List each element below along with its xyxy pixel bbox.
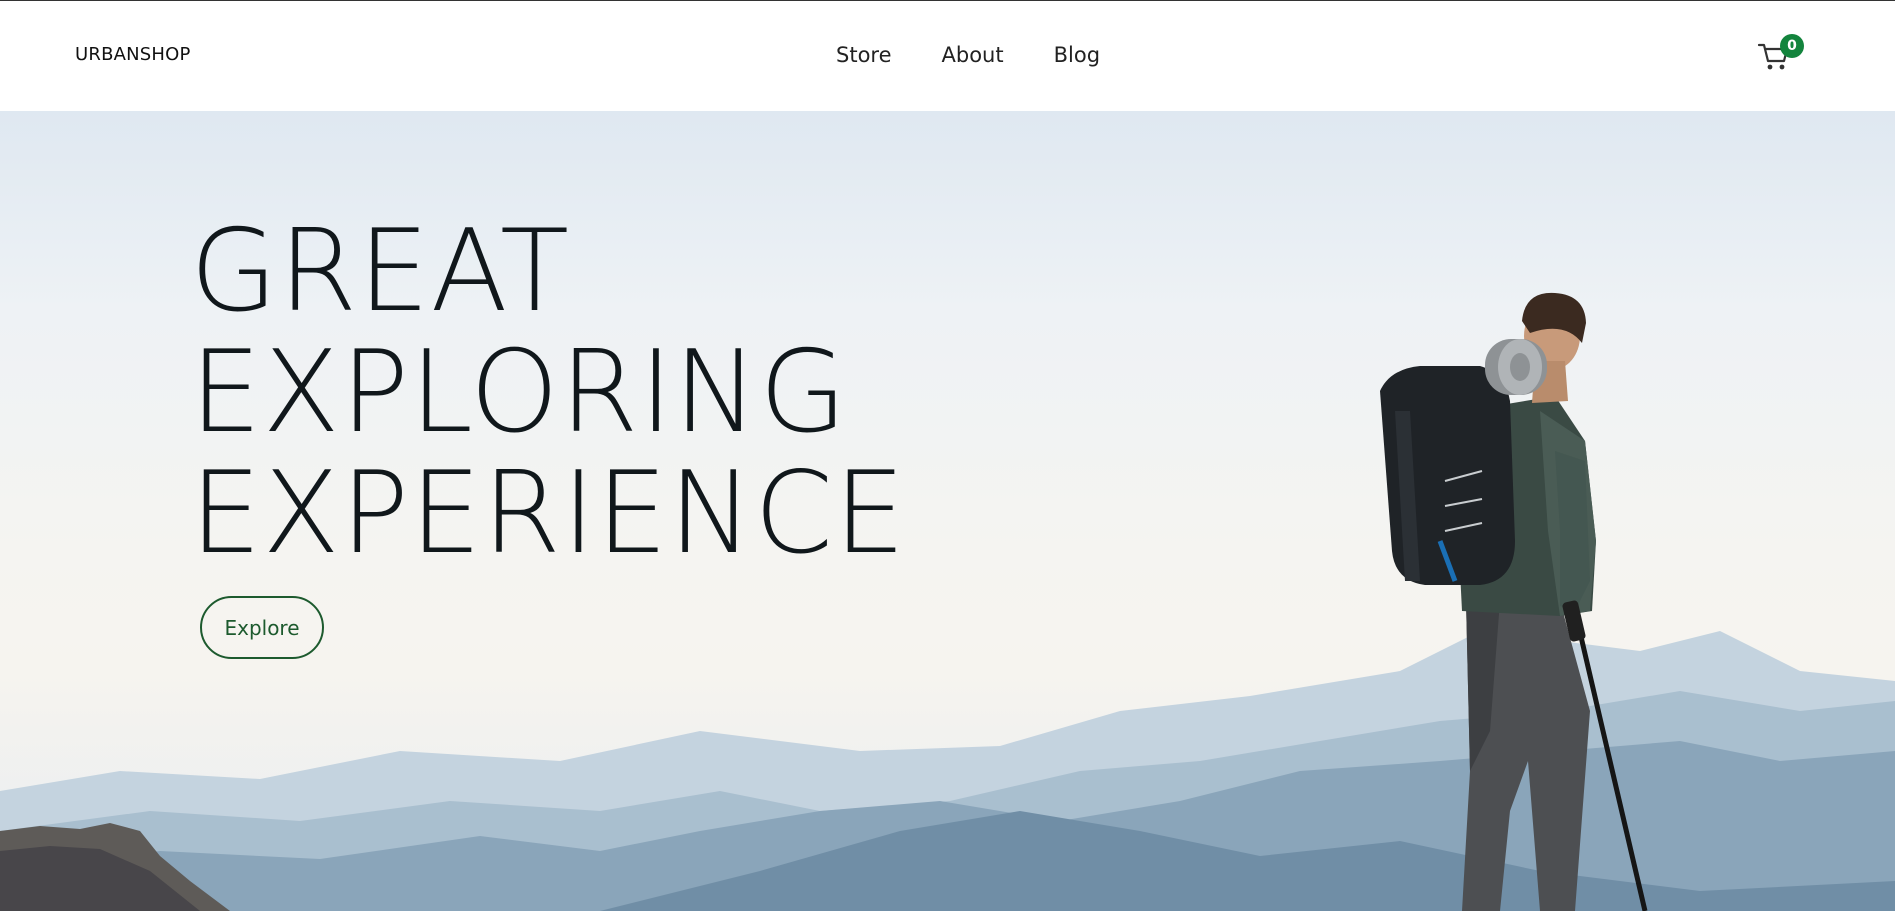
main-nav: Store About Blog bbox=[836, 43, 1100, 67]
page: URBANSHOP Store About Blog 0 GREAT EXPLO… bbox=[0, 0, 1895, 911]
explore-button[interactable]: Explore bbox=[200, 596, 324, 659]
nav-about-link[interactable]: About bbox=[942, 43, 1004, 67]
hero-headline: GREAT EXPLORING EXPERIENCE bbox=[190, 211, 906, 574]
nav-blog-link[interactable]: Blog bbox=[1054, 43, 1100, 67]
hero-section: GREAT EXPLORING EXPERIENCE Explore bbox=[0, 111, 1895, 911]
cart-button[interactable]: 0 bbox=[1756, 34, 1804, 77]
site-logo[interactable]: URBANSHOP bbox=[75, 44, 191, 65]
nav-store-link[interactable]: Store bbox=[836, 43, 892, 67]
headline-line-3: EXPERIENCE bbox=[190, 447, 907, 579]
headline-line-1: GREAT bbox=[190, 205, 571, 337]
cart-count-badge: 0 bbox=[1780, 34, 1804, 58]
site-header: URBANSHOP Store About Blog 0 bbox=[0, 1, 1895, 111]
headline-line-2: EXPLORING bbox=[190, 326, 848, 458]
